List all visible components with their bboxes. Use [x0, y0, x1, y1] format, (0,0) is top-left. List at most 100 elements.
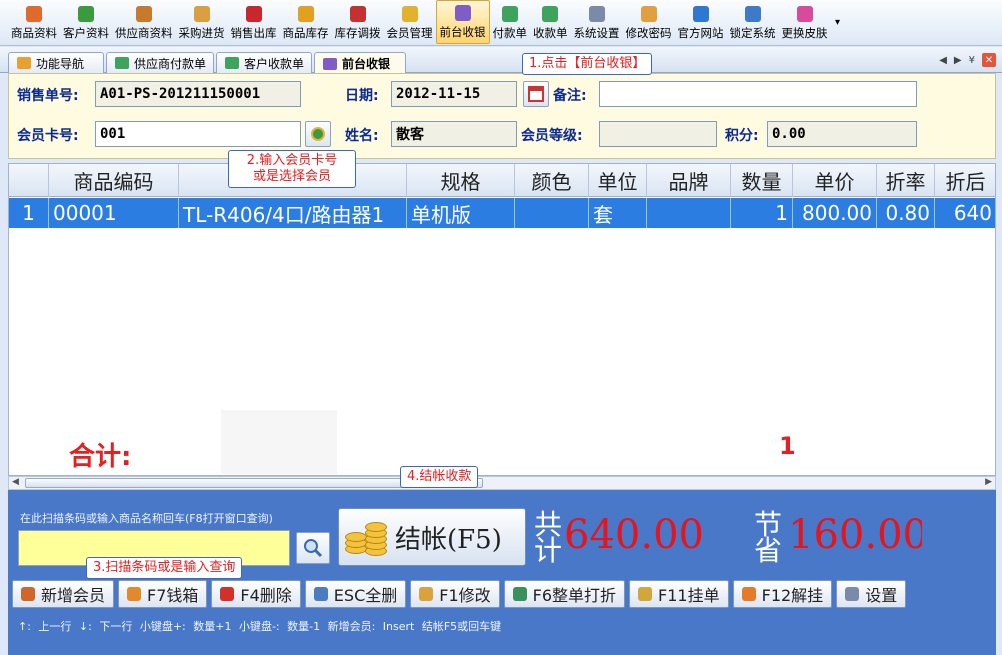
- callout-step-2-line1: 2.输入会员卡号: [246, 153, 338, 168]
- member-level-field: [599, 121, 717, 147]
- toolbar-item-10[interactable]: 收款单: [530, 0, 571, 44]
- column-header[interactable]: 单位: [589, 164, 647, 197]
- tab-supplier-payment[interactable]: 供应商付款单: [106, 52, 214, 73]
- fkey-icon: [313, 587, 328, 601]
- toolbar-item-label: 修改密码: [625, 26, 672, 40]
- toolbar-item-label: 采购进货: [178, 26, 225, 40]
- tab-cashier[interactable]: 前台收银: [314, 52, 406, 74]
- toolbar-item-2[interactable]: 供应商资料: [112, 0, 176, 44]
- product-icon: [26, 6, 42, 22]
- column-header[interactable]: 品牌: [647, 164, 731, 197]
- name-field: 散客: [391, 121, 517, 147]
- toolbar-item-13[interactable]: 官方网站: [675, 0, 727, 44]
- column-header[interactable]: 单价: [793, 164, 877, 197]
- fkey-button-2[interactable]: F4删除: [211, 580, 301, 608]
- scroll-right-icon[interactable]: ▶: [985, 477, 992, 487]
- toolbar-item-9[interactable]: 付款单: [490, 0, 531, 44]
- toolbar-item-label: 会员管理: [386, 26, 433, 40]
- toolbar-item-label: 商品资料: [11, 26, 57, 40]
- column-header[interactable]: 折后: [935, 164, 995, 197]
- savings-amount: 160.00: [788, 512, 922, 558]
- toolbar-more-icon[interactable]: ▾: [831, 0, 845, 44]
- search-icon: [304, 539, 323, 558]
- toolbar-item-14[interactable]: 锁定系统: [727, 0, 779, 44]
- tab-menu-icon[interactable]: ¥: [969, 55, 975, 66]
- horizontal-scrollbar[interactable]: ◀ ▶: [8, 476, 996, 490]
- member-icon: [401, 6, 418, 22]
- callout-step-2: 2.输入会员卡号 或是选择会员: [228, 150, 356, 188]
- fkey-label: F11挂单: [658, 586, 720, 605]
- fkey-icon: [638, 587, 653, 601]
- column-header[interactable]: 数量: [731, 164, 793, 197]
- toolbar-item-15[interactable]: 更换皮肤: [779, 0, 831, 44]
- close-icon[interactable]: ✕: [982, 53, 996, 67]
- card-no-field[interactable]: 001: [95, 121, 301, 147]
- cell-unit: 套: [589, 198, 647, 228]
- toolbar-item-label: 供应商资料: [115, 26, 173, 40]
- tab-left-icon[interactable]: ◀: [939, 55, 947, 66]
- toolbar-item-label: 官方网站: [677, 26, 724, 40]
- tab-customer-receipt[interactable]: 客户收款单: [216, 52, 312, 73]
- calendar-button[interactable]: [523, 81, 549, 107]
- column-header[interactable]: 规格: [407, 164, 515, 197]
- toolbar-item-label: 系统设置: [573, 26, 620, 40]
- receipt-icon: [225, 57, 239, 69]
- toolbar-item-12[interactable]: 修改密码: [623, 0, 675, 44]
- toolbar-item-label: 付款单: [492, 26, 528, 40]
- toolbar-item-6[interactable]: 库存调拨: [332, 0, 384, 44]
- toolbar-item-0[interactable]: 商品资料: [8, 0, 60, 44]
- callout-step-4: 4.结帐收款: [400, 466, 479, 488]
- tab-right-icon[interactable]: ▶: [954, 55, 962, 66]
- search-button[interactable]: [296, 532, 330, 564]
- toolbar-item-3[interactable]: 采购进货: [176, 0, 228, 44]
- fkey-button-6[interactable]: F11挂单: [629, 580, 729, 608]
- purchase-icon: [193, 6, 210, 22]
- column-header[interactable]: 商品编码: [49, 164, 179, 197]
- tab-function-nav[interactable]: 功能导航: [8, 52, 104, 73]
- blank-area: [221, 410, 337, 474]
- scroll-left-icon[interactable]: ◀: [12, 477, 19, 487]
- tab-label: 供应商付款单: [134, 56, 207, 71]
- select-member-button[interactable]: [305, 121, 331, 147]
- checkout-button[interactable]: 结帐(F5): [338, 508, 526, 566]
- fkey-label: ESC全删: [333, 586, 398, 605]
- fkey-button-7[interactable]: F12解挂: [732, 580, 833, 608]
- tab-bar: 功能导航 供应商付款单 客户收款单 前台收银 ◀ ▶ ¥ ✕: [0, 47, 1002, 74]
- payment-icon: [115, 57, 129, 69]
- name-label: 姓名:: [345, 128, 379, 144]
- cell-rate: 0.80: [877, 198, 935, 228]
- savings-clip: 160.00: [784, 508, 922, 564]
- savings-label: 节省: [754, 508, 783, 567]
- column-header[interactable]: [9, 164, 49, 197]
- column-header[interactable]: 折率: [877, 164, 935, 197]
- date-field[interactable]: 2012-11-15: [391, 81, 517, 107]
- toolbar-item-5[interactable]: 商品库存: [280, 0, 332, 44]
- cell-qty: 1: [731, 198, 793, 228]
- tab-controls: ◀ ▶ ¥ ✕: [939, 53, 996, 67]
- toolbar-item-11[interactable]: 系统设置: [571, 0, 623, 44]
- fkey-button-1[interactable]: F7钱箱: [118, 580, 208, 608]
- fkey-button-3[interactable]: ESC全删: [304, 580, 407, 608]
- function-key-bar: 新增会员 F7钱箱 F4删除 ESC全删 F1修改 F6整单打折 F11挂单 F12解挂 设置: [8, 580, 996, 610]
- fkey-icon: [512, 587, 527, 601]
- fkey-button-8[interactable]: 设置: [836, 580, 907, 608]
- toolbar-item-8[interactable]: 前台收银: [435, 0, 490, 44]
- cell-after: 640: [935, 198, 995, 228]
- toolbar-item-1[interactable]: 客户资料: [60, 0, 112, 44]
- total-label: 合计:: [69, 442, 132, 472]
- supplier-icon: [135, 6, 152, 22]
- cell-brand: [647, 198, 731, 228]
- toolbar-item-label: 锁定系统: [729, 26, 776, 40]
- column-header[interactable]: 颜色: [515, 164, 589, 197]
- table-row[interactable]: 1 00001 TL-R406/4口/路由器1 单机版套 1 800.00 0.80 640: [9, 198, 995, 228]
- remark-field[interactable]: [599, 81, 917, 107]
- fkey-button-4[interactable]: F1修改: [410, 580, 500, 608]
- member-icon: [311, 127, 325, 141]
- toolbar-item-4[interactable]: 销售出库: [228, 0, 280, 44]
- lock-icon: [744, 6, 761, 22]
- toolbar-item-7[interactable]: 会员管理: [384, 0, 436, 44]
- fkey-button-0[interactable]: 新增会员: [12, 580, 115, 608]
- order-no-field[interactable]: A01-PS-201211150001: [95, 81, 301, 107]
- fkey-button-5[interactable]: F6整单打折: [503, 580, 626, 608]
- total-amount: 640.00: [564, 512, 704, 558]
